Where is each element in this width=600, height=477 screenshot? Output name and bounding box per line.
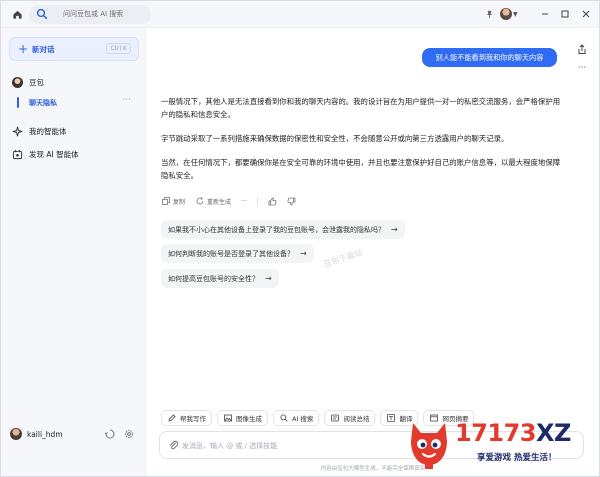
sidebar-item-discover-agents[interactable]: 发现 AI 智能体 (11, 146, 139, 162)
minimize-button[interactable] (538, 7, 552, 21)
sidebar-item-label: 聊天隐私 (29, 99, 57, 107)
avatar (10, 428, 22, 440)
active-indicator (17, 97, 19, 108)
reply-paragraph: 字节跳动采取了一系列措施来确保数据的保密性和安全性，不会随意公开或向第三方透露用… (161, 134, 509, 143)
device-icon (105, 429, 115, 439)
thumbs-up-icon (268, 197, 277, 205)
settings-button[interactable] (123, 428, 135, 440)
image-icon (223, 414, 232, 422)
search-input[interactable]: 问问豆包或 AI 搜索 (29, 5, 151, 24)
read-icon (331, 414, 339, 422)
regenerate-button[interactable]: 重新生成 (195, 197, 231, 206)
arrow-right-icon: → (265, 274, 272, 283)
pin-icon (486, 10, 492, 18)
pen-icon (167, 414, 176, 422)
more-options-button[interactable]: ··· (575, 64, 589, 76)
sidebar-item-chat-privacy[interactable]: 聊天隐私 ··· (17, 95, 139, 110)
app-window: 问问豆包或 AI 搜索 ▼ + 新对话 Ctrl K 豆包 聊天隐私 ··· 我… (0, 0, 600, 477)
user-profile[interactable]: kaili_hdm (10, 427, 138, 443)
message-actions: 复制 重新生成 ··· (161, 195, 306, 207)
tool-read-summary[interactable]: 阅读总结 (324, 410, 376, 426)
download-button[interactable] (104, 428, 116, 440)
pin-button[interactable] (482, 7, 496, 21)
title-bar: 问问豆包或 AI 搜索 ▼ (1, 1, 599, 28)
account-menu[interactable]: ▼ (500, 6, 522, 22)
ai-search-icon (280, 414, 288, 422)
copy-icon (161, 197, 170, 205)
close-icon (582, 10, 590, 18)
reply-paragraph: 一般情况下，其他人是无法直接看到你和我的聊天内容的。我的设计旨在为用户提供一对一… (161, 97, 561, 119)
more-icon[interactable]: ··· (122, 95, 131, 105)
plus-icon: + (18, 42, 29, 56)
discover-icon (12, 149, 22, 159)
user-name: kaili_hdm (27, 430, 63, 439)
like-button[interactable] (268, 197, 277, 206)
sidebar-item-doubao[interactable]: 豆包 (11, 74, 139, 90)
maximize-button[interactable] (558, 7, 572, 21)
translate-icon (387, 414, 395, 422)
home-icon (12, 10, 22, 19)
gear-icon (125, 430, 133, 438)
suggested-question[interactable]: 如何提高豆包账号的安全性？ → (161, 269, 279, 288)
new-chat-shortcut: Ctrl K (106, 43, 131, 54)
share-button[interactable] (575, 42, 589, 56)
sidebar-item-my-agents[interactable]: 我的智能体 (11, 123, 139, 139)
maximize-icon (561, 10, 569, 18)
doubao-avatar (11, 76, 23, 88)
arrow-right-icon: → (391, 225, 398, 234)
logo-number: 17173 (455, 419, 537, 447)
sidebar-item-label: 我的智能体 (29, 126, 67, 136)
avatar (500, 8, 512, 20)
reply-paragraph: 当然，在任何情况下，都要确保你是在安全可靠的环境中使用，并且也要注意保护好自己的… (161, 158, 561, 180)
refresh-icon (196, 197, 203, 205)
new-chat-button[interactable]: + 新对话 Ctrl K (9, 37, 139, 61)
home-button[interactable] (9, 6, 25, 22)
sidebar-item-label: 豆包 (29, 77, 44, 87)
tool-ai-search[interactable]: AI 搜索 (273, 410, 320, 426)
search-icon (36, 8, 48, 20)
suggested-question[interactable]: 如何判断我的账号是否登录了其他设备？ → (161, 244, 314, 263)
thumbs-down-icon (287, 197, 296, 205)
more-icon: ··· (241, 197, 247, 205)
close-button[interactable] (579, 7, 593, 21)
tool-writing[interactable]: 帮我写作 (161, 410, 212, 426)
more-actions-button[interactable]: ··· (241, 198, 247, 205)
mascot-logo (411, 423, 447, 469)
sidebar: + 新对话 Ctrl K 豆包 聊天隐私 ··· 我的智能体 发现 AI 智能体 (1, 28, 146, 476)
watermark: 豆包下载站 (322, 248, 364, 269)
new-chat-label: 新对话 (32, 45, 55, 54)
suggested-question[interactable]: 如果我不小心在其他设备上登录了我的豆包账号，会泄露我的隐私吗？ → (161, 220, 405, 239)
share-icon (578, 43, 586, 54)
user-message-bubble: 别人能不能看到我和你的聊天内容 (422, 48, 557, 67)
sparkle-icon (12, 126, 22, 136)
search-placeholder: 问问豆包或 AI 搜索 (63, 10, 124, 18)
chevron-down-icon: ▼ (513, 10, 518, 18)
arrow-right-icon: → (300, 249, 307, 258)
sidebar-item-label: 发现 AI 智能体 (29, 149, 79, 159)
minimize-icon (542, 13, 548, 15)
attachment-icon[interactable] (168, 440, 179, 451)
input-placeholder: 发消息、输入 @ 或 / 选择技能 (182, 442, 278, 450)
divider (256, 196, 258, 206)
logo-letters: XZ (536, 419, 571, 447)
logo-tagline: 享爱游戏 热爱生活！ (477, 453, 557, 463)
chat-main: 别人能不能看到我和你的聊天内容 ··· 一般情况下，其他人是无法直接看到你和我的… (147, 28, 599, 476)
site-logo: 17173XZ 享爱游戏 热爱生活！ (405, 413, 599, 475)
copy-button[interactable]: 复制 (161, 197, 185, 206)
tool-image-gen[interactable]: 图像生成 (217, 410, 268, 426)
dislike-button[interactable] (287, 197, 296, 206)
